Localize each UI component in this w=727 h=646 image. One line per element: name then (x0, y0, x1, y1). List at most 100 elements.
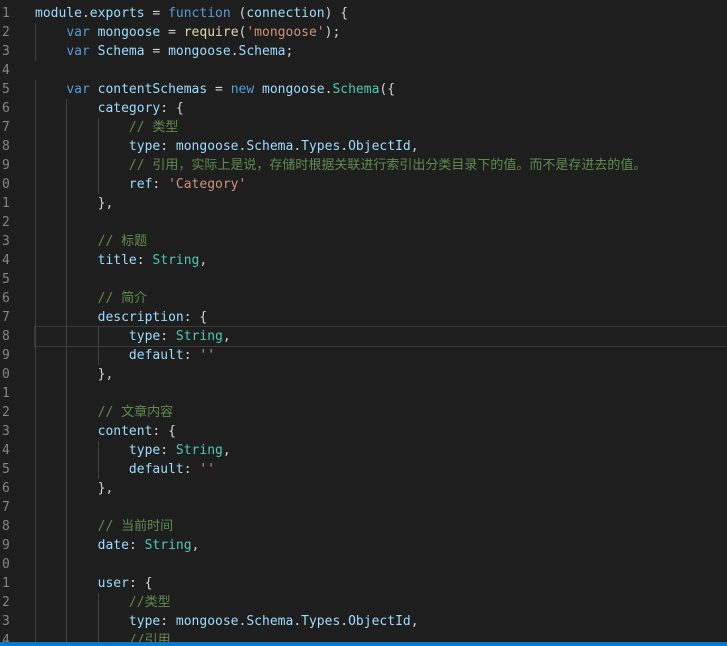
code-line[interactable]: var mongoose = require('mongoose'); (35, 23, 727, 42)
line-number: 4 (2, 443, 10, 458)
indent-guide (66, 137, 68, 156)
indent-guide (66, 118, 68, 137)
code-line[interactable]: }, (35, 194, 727, 213)
indent-guide (35, 137, 36, 156)
code-token: category (97, 101, 161, 116)
code-token: : (128, 538, 145, 553)
code-token: // 文章内容 (97, 405, 174, 420)
code-line[interactable]: // 类型 (35, 118, 727, 137)
code-line[interactable]: }, (35, 479, 727, 498)
code-line[interactable]: title: String, (35, 251, 727, 270)
code-line[interactable]: // 标题 (35, 232, 727, 251)
code-line[interactable]: content: { (35, 422, 727, 441)
indent-guide (66, 270, 68, 289)
code-line[interactable]: type: mongoose.Schema.Types.ObjectId, (35, 612, 727, 631)
line-number: 3 (2, 614, 10, 629)
code-token: var (66, 25, 90, 40)
indent-guide (35, 232, 36, 251)
indent-guide (35, 327, 36, 346)
code-token: Schema (246, 139, 294, 154)
line-number: 1 (2, 6, 10, 21)
indent-guide (35, 422, 36, 441)
code-token: }, (97, 196, 114, 211)
line-number: 6 (2, 101, 10, 116)
line-number: 6 (2, 481, 10, 496)
code-line[interactable] (35, 384, 727, 403)
status-bar (0, 642, 727, 646)
code-token: . (293, 614, 302, 629)
line-number: 3 (2, 44, 10, 59)
code-token: = (160, 25, 184, 40)
code-token: : { (152, 424, 176, 439)
line-number: 4 (2, 253, 10, 268)
code-token: String (175, 329, 223, 344)
code-line[interactable] (35, 61, 727, 80)
code-line[interactable]: user: { (35, 574, 727, 593)
code-line[interactable]: // 引用，实际上是说，存储时根据关联进行索引出分类目录下的值。而不是存进去的值… (35, 156, 727, 175)
code-token: new (230, 82, 255, 97)
code-token: . (81, 6, 90, 21)
code-line[interactable] (35, 555, 727, 574)
line-number: 5 (2, 272, 10, 287)
code-line[interactable] (35, 270, 727, 289)
code-line[interactable]: module.exports = function (connection) { (35, 4, 727, 23)
line-number: 5 (2, 82, 10, 97)
code-line[interactable]: // 文章内容 (35, 403, 727, 422)
code-token: , (191, 538, 200, 553)
code-token: // 标题 (97, 234, 148, 249)
code-line[interactable]: //类型 (35, 593, 727, 612)
code-line[interactable]: default: '' (35, 460, 727, 479)
code-line[interactable]: description: { (35, 308, 727, 327)
line-number-gutter: 1234567890123456789012345678901234 (0, 4, 30, 646)
code-line[interactable]: var Schema = mongoose.Schema; (35, 42, 727, 61)
code-editor[interactable]: 1234567890123456789012345678901234 modul… (0, 0, 727, 646)
code-token: exports (89, 6, 145, 21)
code-token: : (160, 443, 176, 458)
code-line[interactable]: }, (35, 365, 727, 384)
line-number: 1 (2, 386, 10, 401)
line-number: 9 (2, 158, 10, 173)
code-line[interactable]: // 简介 (35, 289, 727, 308)
line-number: 0 (2, 557, 10, 572)
code-line[interactable]: default: '' (35, 346, 727, 365)
indent-guide (35, 23, 36, 42)
code-token: module (35, 6, 82, 21)
indent-guide (97, 327, 99, 346)
indent-guide (35, 479, 36, 498)
code-line[interactable]: date: String, (35, 536, 727, 555)
line-number: 7 (2, 310, 10, 325)
code-line[interactable] (35, 498, 727, 517)
code-area[interactable]: module.exports = function (connection) {… (34, 4, 727, 646)
code-line[interactable]: type: mongoose.Schema.Types.ObjectId, (35, 137, 727, 156)
indent-guide (66, 194, 68, 213)
code-token: : { (128, 576, 153, 591)
code-token: , (410, 614, 419, 629)
code-line[interactable]: category: { (35, 99, 727, 118)
code-line[interactable]: var contentSchemas = new mongoose.Schema… (35, 80, 727, 99)
current-code-line[interactable]: type: String, (34, 326, 727, 347)
indent-guide (35, 308, 36, 327)
code-token: type (128, 139, 161, 154)
indent-guide (35, 574, 36, 593)
code-token: : (160, 614, 176, 629)
indent-guide (66, 498, 68, 517)
indent-guide (35, 365, 36, 384)
indent-guide (35, 612, 36, 631)
indent-guide (35, 118, 36, 137)
code-token: : (183, 348, 200, 363)
code-line[interactable] (35, 213, 727, 232)
code-line[interactable]: ref: 'Category' (35, 175, 727, 194)
code-line[interactable]: // 当前时间 (35, 517, 727, 536)
code-token: ({ (379, 82, 396, 97)
code-line[interactable]: type: String, (35, 441, 727, 460)
code-token: type (128, 614, 161, 629)
code-token: mongoose (262, 82, 325, 97)
line-number: 3 (2, 234, 10, 249)
